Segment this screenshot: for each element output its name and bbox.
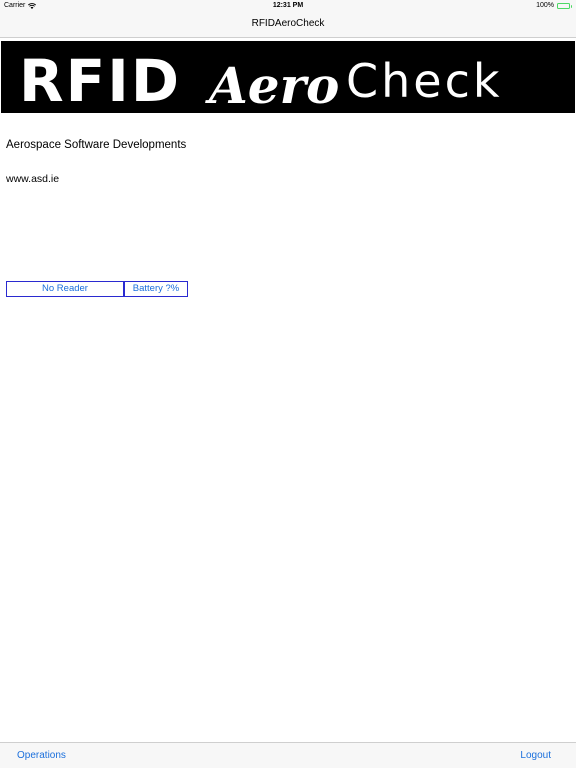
- status-bar: Carrier 12:31 PM 100%: [0, 0, 576, 12]
- logo-text-aero: Aero: [205, 56, 339, 113]
- logo-text-rfid: RFID: [19, 47, 181, 113]
- app-screen: Carrier 12:31 PM 100% RFIDAeroCheck RFID: [0, 0, 576, 768]
- logo-text-check: Check: [346, 54, 503, 108]
- navigation-bar: RFIDAeroCheck: [0, 12, 576, 38]
- logout-button[interactable]: Logout: [520, 743, 551, 768]
- operations-button[interactable]: Operations: [17, 743, 66, 768]
- battery-status-button[interactable]: Battery ?%: [124, 281, 188, 297]
- battery-percent: 100%: [536, 2, 554, 9]
- bottom-toolbar: Operations Logout: [0, 742, 576, 768]
- status-right: 100%: [536, 0, 572, 12]
- battery-icon: [557, 3, 572, 9]
- reader-status-button[interactable]: No Reader: [6, 281, 124, 297]
- company-name: Aerospace Software Developments: [6, 139, 187, 151]
- status-time: 12:31 PM: [272, 2, 304, 9]
- rfid-aerocheck-logo-banner: RFID Aero Check: [1, 41, 575, 113]
- website-link: www.asd.ie: [6, 173, 60, 185]
- nav-title: RFIDAeroCheck: [251, 18, 325, 29]
